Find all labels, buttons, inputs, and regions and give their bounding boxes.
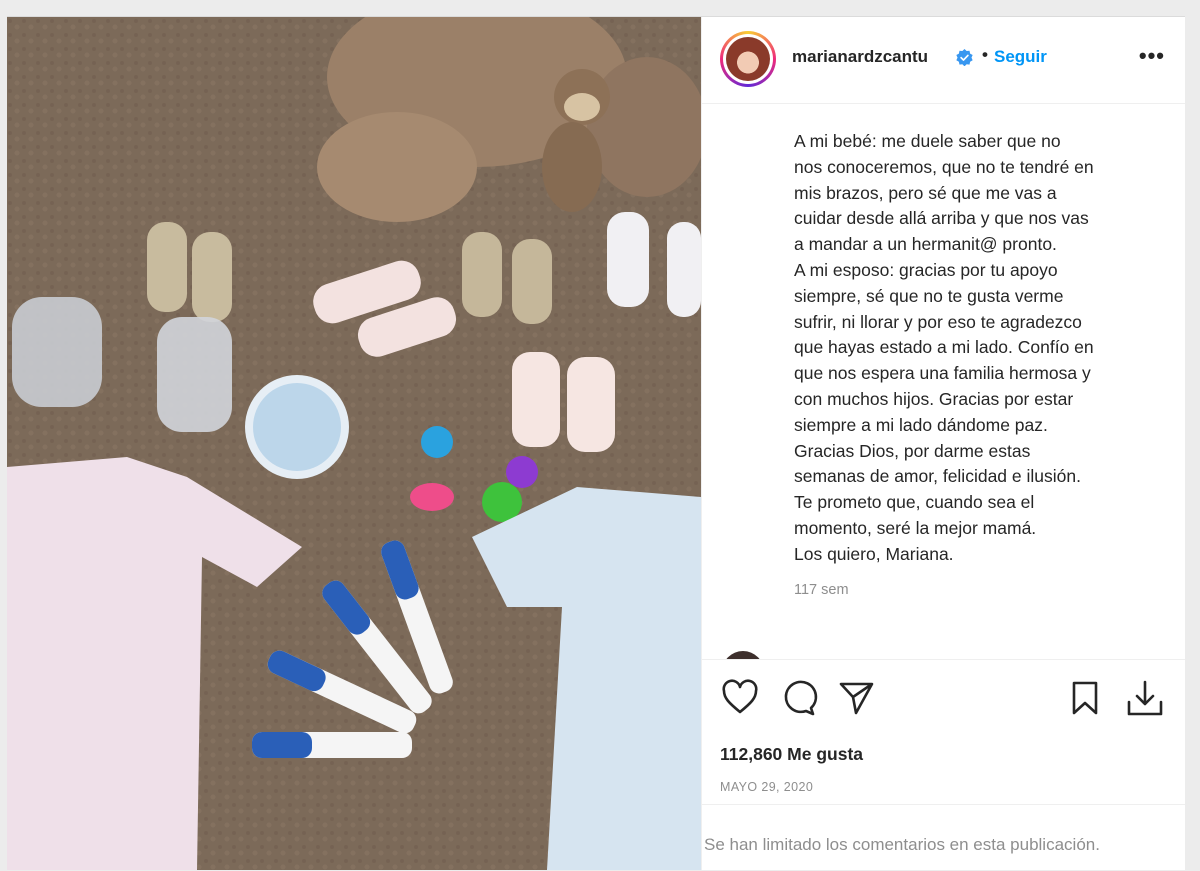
post-photo[interactable]: [7, 17, 701, 870]
avatar-image: [726, 37, 770, 81]
baby-items-photo: [7, 17, 701, 870]
post-side-panel: marianardzcantu • Seguir ••• A mi bebé: …: [701, 17, 1185, 870]
download-icon[interactable]: [1125, 678, 1165, 718]
comments-scroll-area[interactable]: A mi bebé: me duele saber que no nos con…: [702, 104, 1185, 659]
post-header: marianardzcantu • Seguir •••: [702, 17, 1185, 104]
post-date: MAYO 29, 2020: [720, 780, 814, 794]
avatar-border: [723, 34, 773, 84]
share-icon[interactable]: [836, 678, 876, 718]
instagram-post: marianardzcantu • Seguir ••• A mi bebé: …: [7, 16, 1185, 870]
heart-icon[interactable]: [720, 678, 760, 718]
post-actions: 112,860 Me gusta MAYO 29, 2020: [702, 659, 1185, 820]
follow-button[interactable]: Seguir: [994, 47, 1047, 67]
header-separator: •: [982, 45, 988, 64]
likes-count[interactable]: 112,860 Me gusta: [720, 744, 863, 765]
post-time-ago[interactable]: 117 sem: [794, 582, 849, 598]
more-options-icon[interactable]: •••: [1139, 43, 1165, 69]
verified-badge-icon: [956, 49, 973, 67]
avatar[interactable]: [720, 31, 776, 87]
comment-icon[interactable]: [778, 678, 818, 718]
comments-limited-text: Se han limitado los comentarios en esta …: [704, 835, 1100, 854]
comment-item: lizalachina ♥: [722, 649, 1185, 659]
post-caption: A mi bebé: me duele saber que no nos con…: [794, 131, 1094, 564]
comments-limited-notice: Se han limitado los comentarios en esta …: [702, 804, 1185, 871]
bookmark-icon[interactable]: [1065, 678, 1105, 718]
comment-avatar[interactable]: [722, 651, 764, 659]
username-link[interactable]: marianardzcantu: [792, 47, 928, 67]
